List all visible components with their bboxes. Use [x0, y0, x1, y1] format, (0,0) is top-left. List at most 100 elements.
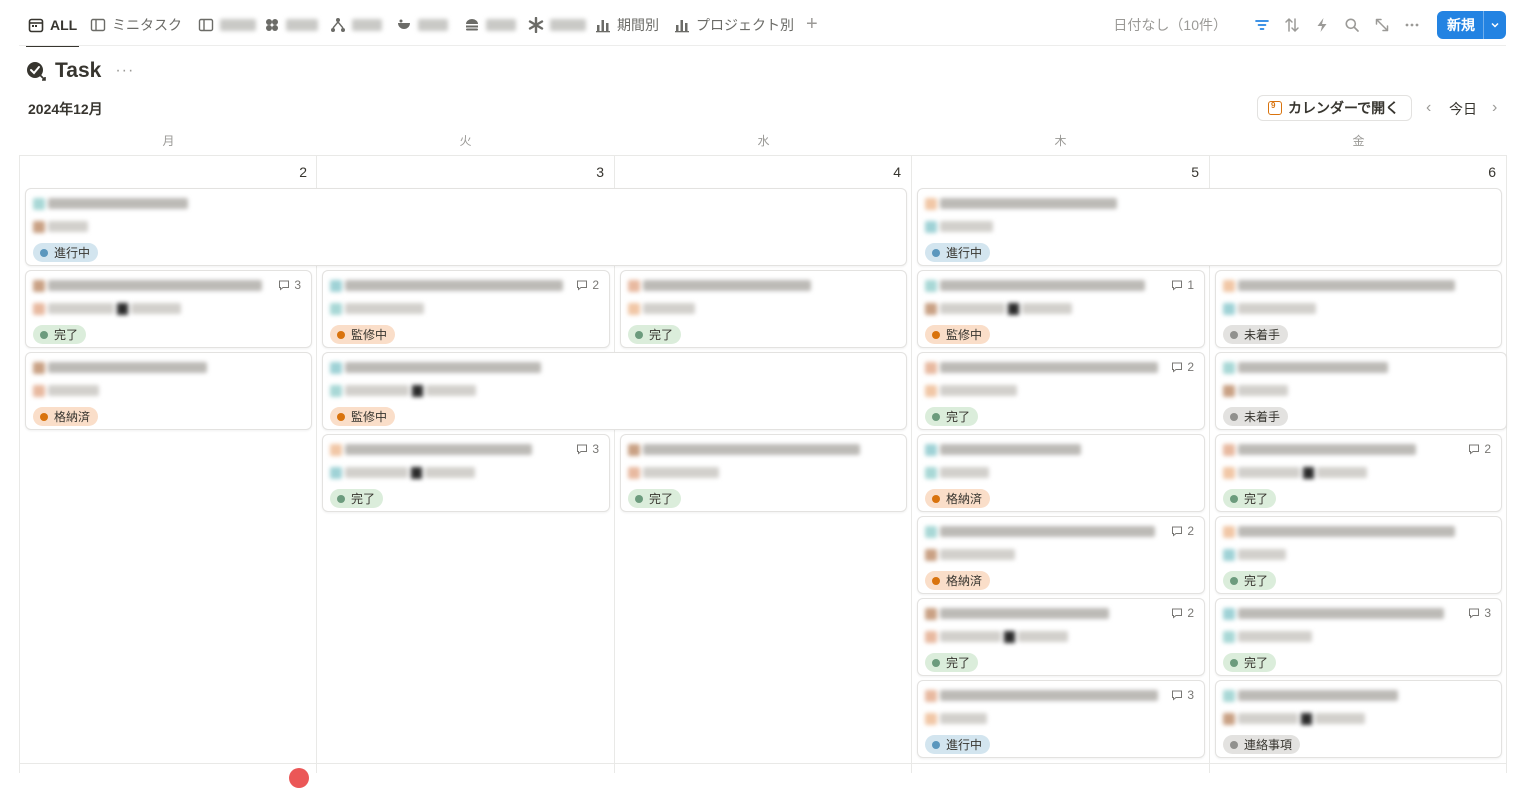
task-card[interactable]: 監修中 [322, 352, 907, 430]
redacted-assignee [1223, 466, 1367, 479]
expand-icon[interactable] [1367, 11, 1397, 39]
redacted-task-title [925, 689, 1158, 702]
weekday-header: 木 [1054, 134, 1067, 148]
new-button[interactable]: 新規 [1437, 11, 1506, 39]
automation-lightning-icon[interactable] [1307, 11, 1337, 39]
tab-mini-task[interactable]: ミニタスク [90, 12, 182, 38]
status-label: 格納済 [946, 574, 983, 588]
task-card[interactable]: 完了 [1215, 516, 1502, 594]
chevron-down-icon[interactable] [1483, 11, 1506, 39]
task-card[interactable]: 2 監修中 [322, 270, 610, 348]
status-label: 完了 [946, 410, 971, 424]
redacted-task-title [33, 361, 207, 374]
no-date-count-button[interactable]: 日付なし（10件） [1113, 15, 1227, 35]
more-options-icon[interactable] [1397, 11, 1427, 39]
status-badge: 完了 [330, 489, 384, 508]
status-dot-icon [337, 330, 345, 339]
tab-by-project[interactable]: プロジェクト別 [674, 12, 794, 38]
weekday-header: 水 [757, 134, 770, 148]
today-button[interactable]: 今日 [1449, 99, 1477, 119]
search-icon[interactable] [1337, 11, 1367, 39]
redacted-task-title [1223, 279, 1455, 292]
task-card[interactable]: 3 完了 [25, 270, 312, 348]
day-number[interactable]: 5 [1159, 164, 1199, 180]
comment-count: 2 [576, 278, 599, 292]
redacted-task-title [33, 279, 262, 292]
redacted-task-title [925, 197, 1117, 210]
status-label: 進行中 [946, 738, 983, 752]
redacted-task-title [33, 197, 188, 210]
status-badge: 連絡事項 [1223, 735, 1301, 754]
task-card[interactable]: 1 監修中 [917, 270, 1205, 348]
task-card[interactable]: 3 進行中 [917, 680, 1205, 758]
comment-count: 2 [1171, 360, 1194, 374]
today-indicator [289, 768, 309, 788]
status-dot-icon [1230, 576, 1238, 585]
day-number[interactable]: 2 [267, 164, 307, 180]
task-card[interactable]: 2 完了 [1215, 434, 1502, 512]
task-card[interactable]: 未着手 [1215, 270, 1502, 348]
status-badge: 格納済 [925, 571, 991, 590]
task-card[interactable]: 格納済 [917, 434, 1205, 512]
comment-count-value: 2 [592, 278, 599, 292]
next-week-chevron-icon[interactable]: › [1492, 99, 1497, 117]
day-number[interactable]: 6 [1456, 164, 1496, 180]
redacted-assignee [1223, 712, 1365, 725]
open-calendar-button[interactable]: カレンダーで開く [1257, 95, 1413, 121]
task-card[interactable]: 2 完了 [917, 352, 1205, 430]
redacted-assignee [925, 630, 1068, 643]
status-label: 格納済 [54, 410, 91, 424]
tab-redacted-1[interactable] [198, 12, 256, 38]
redacted-assignee [330, 384, 476, 397]
redacted-task-title [925, 279, 1145, 292]
task-card[interactable]: 格納済 [25, 352, 312, 430]
status-label: 監修中 [946, 328, 983, 342]
tab-redacted-4[interactable] [396, 12, 448, 38]
status-badge: 監修中 [925, 325, 991, 344]
redacted-task-title [1223, 443, 1416, 456]
task-card[interactable]: 3 完了 [1215, 598, 1502, 676]
status-badge: 未着手 [1223, 407, 1289, 426]
redacted-task-title [628, 443, 860, 456]
day-number[interactable]: 3 [564, 164, 604, 180]
status-dot-icon [1230, 412, 1238, 421]
tab-redacted-6[interactable] [528, 12, 586, 38]
task-card[interactable]: 進行中 [917, 188, 1502, 266]
status-badge: 完了 [628, 325, 682, 344]
status-label: 進行中 [54, 246, 91, 260]
status-badge: 進行中 [925, 735, 991, 754]
task-card[interactable]: 完了 [620, 434, 907, 512]
tab-by-period[interactable]: 期間別 [595, 12, 659, 38]
task-card[interactable]: 2 格納済 [917, 516, 1205, 594]
tab-all[interactable]: ALL [25, 12, 80, 47]
comment-count-value: 3 [1484, 606, 1491, 620]
task-card[interactable]: 完了 [620, 270, 907, 348]
add-view-button[interactable]: + [806, 14, 818, 34]
tab-redacted-2[interactable] [264, 12, 318, 38]
status-dot-icon [1230, 494, 1238, 503]
page-more-button[interactable]: ··· [115, 62, 134, 80]
status-label: 監修中 [351, 328, 388, 342]
task-card[interactable]: 連絡事項 [1215, 680, 1502, 758]
weekday-header: 金 [1352, 134, 1365, 148]
day-number[interactable]: 4 [861, 164, 901, 180]
previous-week-chevron-icon[interactable]: ‹ [1426, 99, 1431, 117]
status-badge: 監修中 [330, 407, 396, 426]
comment-count-value: 2 [1187, 524, 1194, 538]
task-card[interactable]: 進行中 [25, 188, 907, 266]
filter-icon[interactable] [1247, 11, 1277, 39]
task-card[interactable]: 2 完了 [917, 598, 1205, 676]
comment-icon [1469, 608, 1480, 619]
status-label: 進行中 [946, 246, 983, 260]
sort-icon[interactable] [1277, 11, 1307, 39]
weekday-header: 火 [459, 134, 472, 148]
tab-redacted-5[interactable] [464, 12, 516, 38]
redacted-task-title [628, 279, 811, 292]
comment-count-value: 2 [1484, 442, 1491, 456]
tab-redacted-3[interactable] [330, 12, 382, 38]
task-card[interactable]: 未着手 [1215, 352, 1507, 430]
tab-label: ALL [50, 17, 78, 33]
comment-count: 2 [1171, 606, 1194, 620]
task-card[interactable]: 3 完了 [322, 434, 610, 512]
redacted-assignee [925, 712, 987, 725]
